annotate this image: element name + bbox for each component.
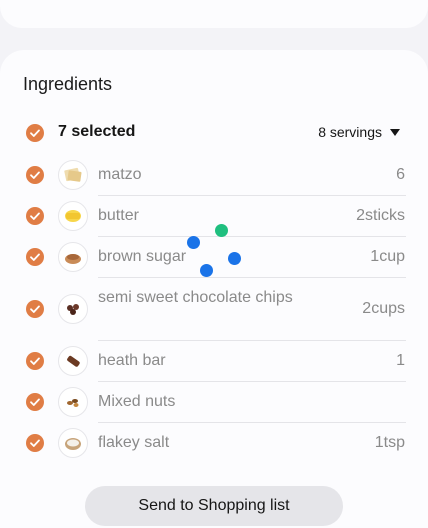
row-divider [98, 277, 406, 278]
brown-sugar-icon [58, 242, 88, 272]
loading-dot [200, 264, 213, 277]
check-icon [30, 439, 40, 447]
ingredient-checkbox[interactable] [26, 166, 44, 184]
flakey-salt-icon [58, 428, 88, 458]
ingredient-checkbox[interactable] [26, 207, 44, 225]
row-divider [98, 236, 406, 237]
select-all-checkbox[interactable] [26, 124, 44, 142]
ingredient-qty: 2cups [362, 300, 405, 317]
butter-icon [58, 201, 88, 231]
ingredient-checkbox[interactable] [26, 352, 44, 370]
check-icon [30, 305, 40, 313]
check-icon [30, 171, 40, 179]
previous-card [0, 0, 428, 28]
matzo-icon [58, 160, 88, 190]
row-divider [98, 381, 406, 382]
ingredient-checkbox[interactable] [26, 248, 44, 266]
selected-count: 7 selected [58, 123, 136, 140]
ingredient-qty: 1tsp [374, 434, 405, 451]
loading-dot [215, 224, 228, 237]
loading-dot [228, 252, 241, 265]
check-icon [30, 129, 40, 137]
ingredient-checkbox[interactable] [26, 393, 44, 411]
servings-label: 8 servings [318, 124, 382, 140]
check-icon [30, 357, 40, 365]
loading-dot [187, 236, 200, 249]
ingredient-name: matzo [98, 166, 142, 183]
row-divider [98, 340, 406, 341]
ingredient-name: Mixed nuts [98, 393, 176, 410]
ingredient-qty: 1 [396, 352, 405, 369]
heath-bar-icon [58, 346, 88, 376]
ingredient-checkbox[interactable] [26, 434, 44, 452]
mixed-nuts-icon [58, 387, 88, 417]
section-title: Ingredients [23, 74, 113, 94]
ingredient-qty: 1cup [370, 248, 405, 265]
check-icon [30, 212, 40, 220]
chocolate-chips-icon [58, 294, 88, 324]
ingredient-name: semi sweet chocolate chips [98, 289, 293, 306]
ingredient-qty: 2sticks [356, 207, 405, 224]
caret-down-icon [390, 128, 400, 136]
ingredient-name: heath bar [98, 352, 166, 369]
ingredient-qty: 6 [396, 166, 405, 183]
ingredient-name: brown sugar [98, 248, 187, 265]
servings-dropdown[interactable]: 8 servings [318, 124, 400, 140]
row-divider [98, 195, 406, 196]
check-icon [30, 398, 40, 406]
ingredient-name: butter [98, 207, 139, 224]
check-icon [30, 253, 40, 261]
ingredient-checkbox[interactable] [26, 300, 44, 318]
send-to-shopping-list-button[interactable]: Send to Shopping list [85, 486, 343, 526]
ingredient-name: flakey salt [98, 434, 170, 451]
row-divider [98, 422, 406, 423]
